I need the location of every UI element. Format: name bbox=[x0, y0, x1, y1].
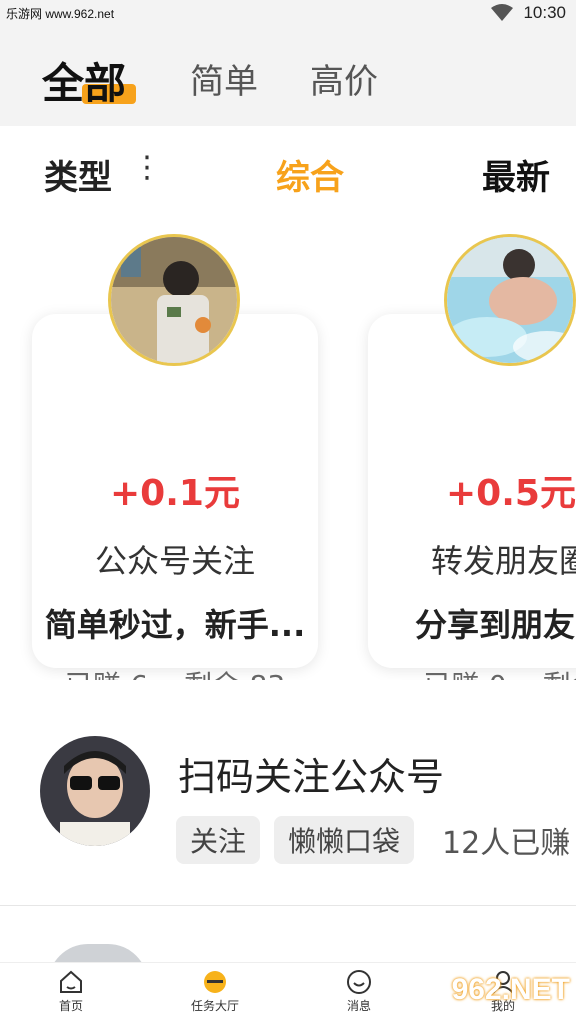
earned-count: 已赚:0 bbox=[423, 664, 506, 680]
tab-high-price[interactable]: 高价 bbox=[310, 54, 378, 103]
sort-comprehensive[interactable]: 综合 bbox=[276, 150, 344, 199]
task-type: 转发朋友圈 bbox=[430, 542, 576, 580]
status-bar: 乐游网 www.962.net 10:30 bbox=[0, 0, 576, 28]
status-time: 10:30 bbox=[523, 3, 566, 22]
watermark-logo: 962.NET bbox=[451, 973, 570, 1006]
item-title: 扫码关注公众号 bbox=[178, 755, 445, 799]
task-stats: 已赚:0 剩余 bbox=[368, 664, 576, 680]
avatar bbox=[40, 736, 150, 846]
nav-task-hall[interactable]: 任务大厅 bbox=[170, 969, 260, 1014]
tab-simple[interactable]: 简单 bbox=[190, 54, 258, 103]
task-card[interactable]: +0.1元 公众号关注 简单秒过，新手... 已赚:6 剩余:83 bbox=[32, 314, 318, 680]
task-card-carousel[interactable]: +0.1元 公众号关注 简单秒过，新手... 已赚:6 剩余:83 +0.5元 … bbox=[0, 230, 576, 680]
filter-row: 类型 ⋮ 综合 最新 bbox=[0, 140, 576, 204]
task-card[interactable]: +0.5元 转发朋友圈 分享到朋友圈 已赚:0 剩余 bbox=[368, 314, 576, 680]
task-hall-icon bbox=[204, 971, 226, 993]
list-item[interactable]: 扫码关注公众号 关注 懒懒口袋 12人已赚 bbox=[0, 712, 576, 906]
earned-count: 已赚:6 bbox=[65, 664, 148, 680]
nav-label: 消息 bbox=[346, 999, 371, 1013]
avatar bbox=[108, 234, 240, 366]
wifi-icon bbox=[491, 4, 514, 21]
tag: 懒懒口袋 bbox=[274, 816, 415, 864]
task-type: 公众号关注 bbox=[94, 542, 255, 580]
task-description: 简单秒过，新手... bbox=[44, 606, 306, 644]
sort-newest[interactable]: 最新 bbox=[482, 150, 550, 199]
tab-all[interactable]: 全部 bbox=[42, 50, 126, 111]
task-stats: 已赚:6 剩余:83 bbox=[32, 664, 318, 680]
reward-amount: +0.5元 bbox=[446, 473, 576, 514]
nav-label: 首页 bbox=[58, 999, 83, 1013]
item-tags: 关注 懒懒口袋 12人已赚 bbox=[176, 816, 570, 864]
status-site-text: 乐游网 www.962.net bbox=[6, 7, 115, 21]
type-filter-label[interactable]: 类型 bbox=[44, 150, 112, 199]
more-dots-icon[interactable]: ⋮ bbox=[132, 150, 162, 185]
nav-label: 任务大厅 bbox=[190, 999, 239, 1013]
tag: 关注 bbox=[176, 816, 261, 864]
message-icon bbox=[347, 970, 371, 994]
status-icons: 10:30 bbox=[491, 3, 566, 23]
nav-messages[interactable]: 消息 bbox=[314, 969, 404, 1014]
task-description: 分享到朋友圈 bbox=[414, 606, 576, 644]
nav-home[interactable]: 首页 bbox=[26, 969, 116, 1014]
avatar bbox=[444, 234, 576, 366]
home-icon bbox=[60, 970, 82, 993]
participant-count: 12人已赚 bbox=[442, 826, 571, 861]
remaining-count: 剩余 bbox=[543, 664, 576, 680]
bottom-nav: 首页 任务大厅 消息 我的 962.NET bbox=[0, 962, 576, 1024]
remaining-count: 剩余:83 bbox=[184, 664, 285, 680]
category-tabs: 全部 简单 高价 bbox=[0, 28, 576, 126]
reward-amount: +0.1元 bbox=[110, 473, 240, 514]
